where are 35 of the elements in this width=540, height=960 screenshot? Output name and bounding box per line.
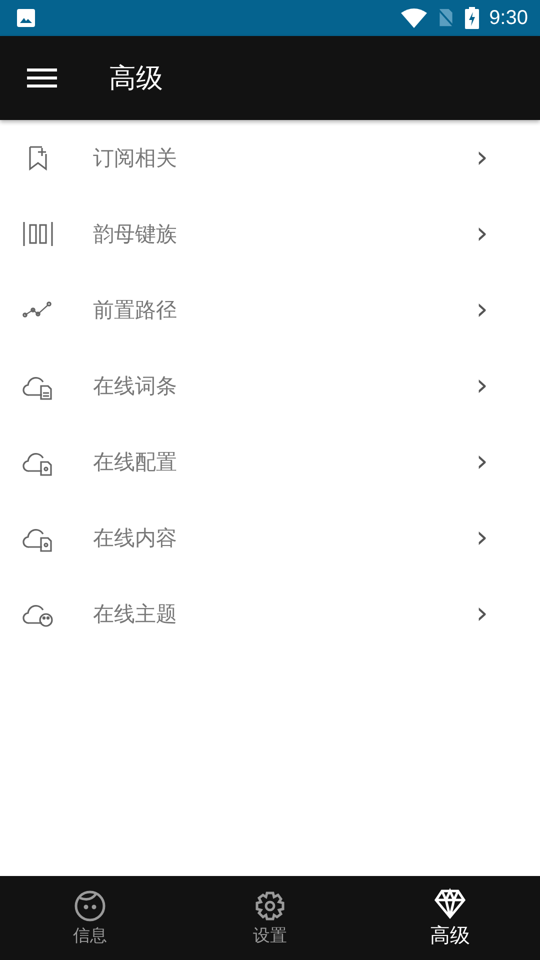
page-title: 高级 [109,62,163,96]
clock-time: 9:30 [489,6,528,30]
menu-item[interactable]: 在线词条 › [0,348,540,424]
menu-item[interactable]: 在线内容 › [0,500,540,576]
chevron-icon: › [476,447,488,477]
menu-item[interactable]: 订阅相关 › [0,120,540,196]
item-label: 在线配置 [93,449,178,476]
image-icon [16,8,36,28]
menu-item[interactable]: 韵母键族 › [0,196,540,272]
chevron-icon: › [476,143,488,173]
chevron-icon: › [476,295,488,325]
menu-item[interactable]: 在线主题 › [0,576,540,652]
battery-icon [465,7,480,29]
columns-icon [22,220,54,248]
settings-icon [254,890,286,922]
item-label: 韵母键族 [93,221,178,248]
nav-tab[interactable]: 高级 [360,876,540,960]
item-label: 订阅相关 [93,145,178,172]
diamond-icon [434,888,466,920]
item-label: 在线主题 [93,601,178,628]
menu-item[interactable]: 在线配置 › [0,424,540,500]
wifi-icon [401,8,428,28]
nav-tab[interactable]: 信息 [0,876,180,960]
item-label: 在线词条 [93,373,178,400]
chevron-icon: › [476,219,488,249]
chevron-icon: › [476,599,488,629]
chevron-icon: › [476,523,488,553]
item-label: 在线内容 [93,525,178,552]
profile-icon [74,890,106,922]
chevron-icon: › [476,371,488,401]
menu-item[interactable]: 前置路径 › [0,272,540,348]
nav-tab[interactable]: 设置 [180,876,360,960]
menu-icon[interactable] [27,68,57,88]
no-sim-icon [437,8,456,28]
item-label: 前置路径 [93,297,178,324]
